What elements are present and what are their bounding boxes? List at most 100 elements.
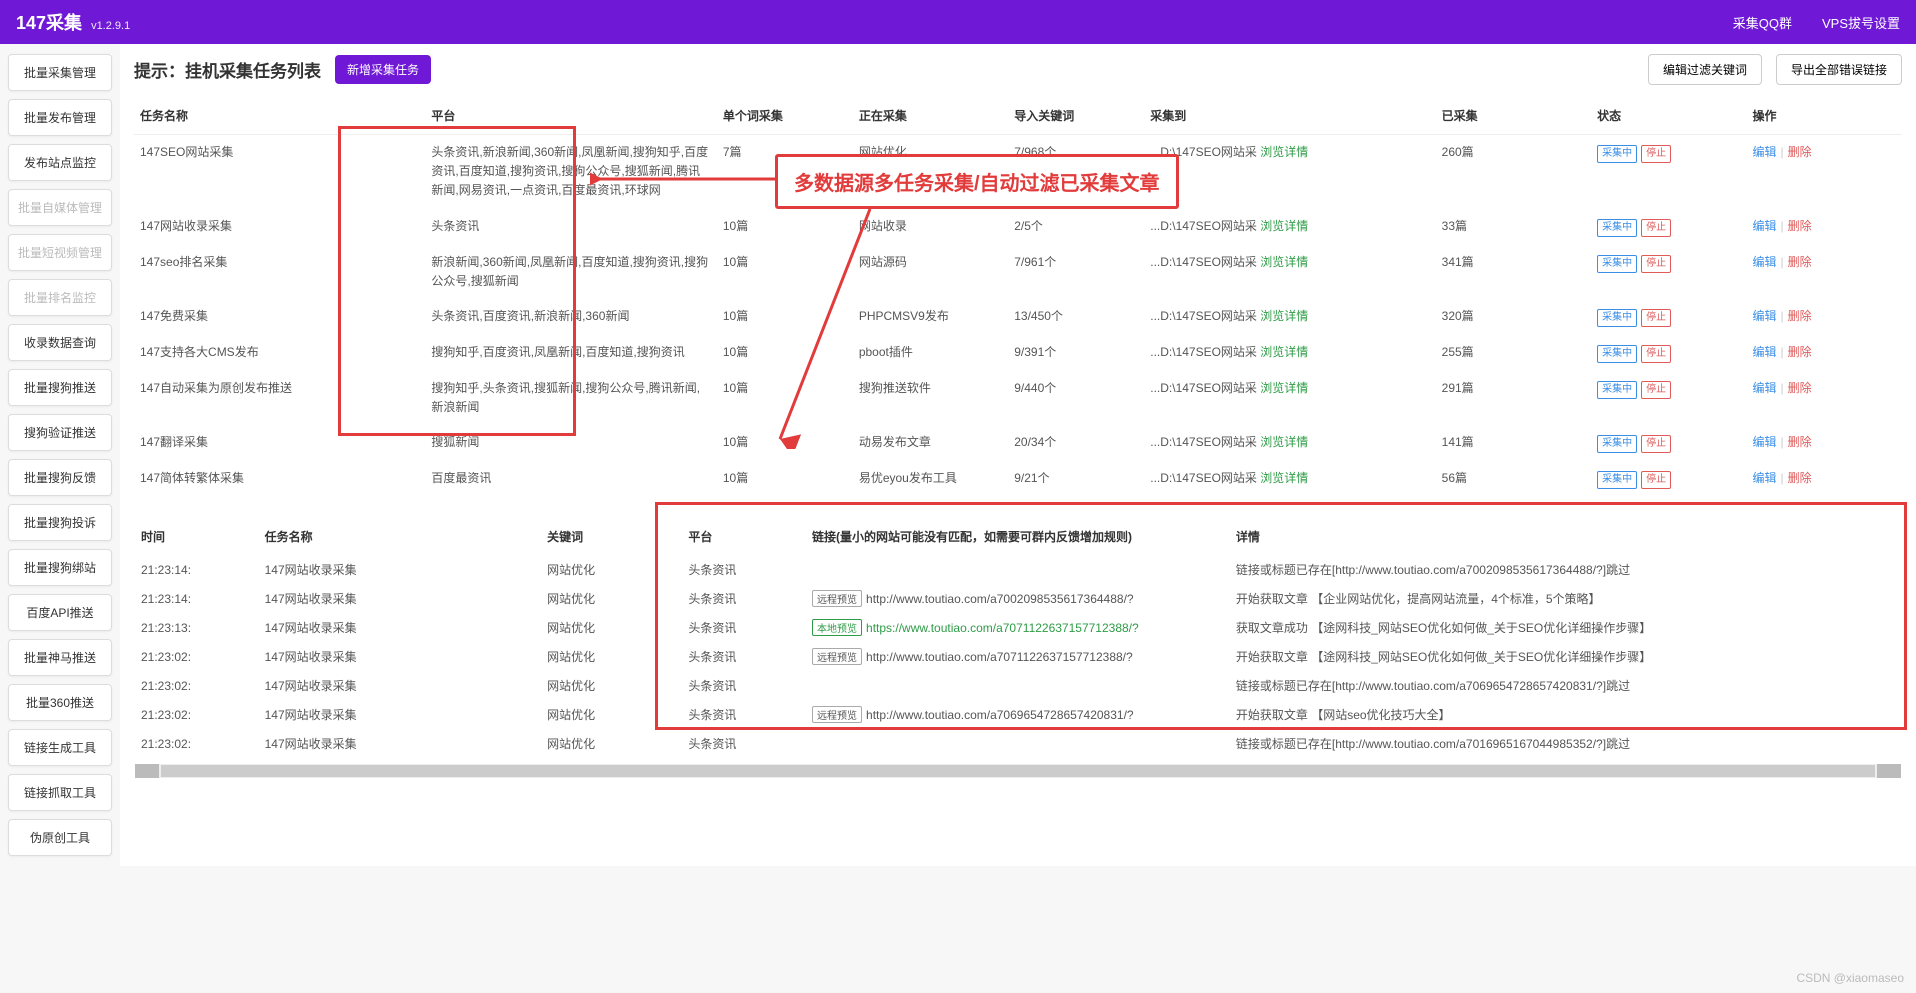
delete-button[interactable]: 删除: [1788, 219, 1812, 233]
sidebar-item-15[interactable]: 链接生成工具: [8, 729, 112, 766]
view-detail-link[interactable]: 浏览详情: [1260, 219, 1308, 233]
stop-button[interactable]: 停止: [1641, 255, 1671, 273]
log-link: 本地预览 https://www.toutiao.com/a70711226371…: [806, 613, 1230, 642]
cell-single: 10篇: [717, 371, 853, 425]
edit-button[interactable]: 编辑: [1753, 381, 1777, 395]
view-detail-link[interactable]: 浏览详情: [1260, 435, 1308, 449]
logs-table: 时间 任务名称 关键词 平台 链接(量小的网站可能没有匹配，如需要可群内反馈增加…: [135, 518, 1901, 758]
link-vps-settings[interactable]: VPS拔号设置: [1822, 13, 1900, 32]
cell-collected: 341篇: [1436, 245, 1591, 299]
cell-name: 147简体转繁体采集: [134, 461, 425, 497]
export-errors-button[interactable]: 导出全部错误链接: [1776, 54, 1902, 85]
cell-single: 10篇: [717, 209, 853, 245]
log-link: 远程预览 http://www.toutiao.com/a706965472865…: [806, 700, 1230, 729]
stop-button[interactable]: 停止: [1641, 219, 1671, 237]
cell-single: 10篇: [717, 335, 853, 371]
preview-button[interactable]: 远程预览: [812, 648, 862, 665]
view-detail-link[interactable]: 浏览详情: [1260, 145, 1308, 159]
edit-button[interactable]: 编辑: [1753, 345, 1777, 359]
delete-button[interactable]: 删除: [1788, 145, 1812, 159]
status-badge: 采集中: [1597, 309, 1637, 327]
delete-button[interactable]: 删除: [1788, 345, 1812, 359]
delete-button[interactable]: 删除: [1788, 255, 1812, 269]
view-detail-link[interactable]: 浏览详情: [1260, 471, 1308, 485]
view-detail-link[interactable]: 浏览详情: [1260, 381, 1308, 395]
task-row: 147简体转繁体采集百度最资讯10篇易优eyou发布工具9/21个...D:\1…: [134, 461, 1902, 497]
log-keyword: 网站优化: [541, 729, 682, 758]
sidebar-item-3[interactable]: 批量自媒体管理: [8, 189, 112, 226]
sidebar-item-4[interactable]: 批量短视频管理: [8, 234, 112, 271]
log-time: 21:23:02:: [135, 642, 259, 671]
log-detail: 开始获取文章 【途网科技_网站SEO优化如何做_关于SEO优化详细操作步骤】: [1230, 642, 1901, 671]
cell-dest: ...D:\147SEO网站采 浏览详情: [1144, 209, 1435, 245]
sidebar-item-16[interactable]: 链接抓取工具: [8, 774, 112, 811]
cell-name: 147网站收录采集: [134, 209, 425, 245]
log-url[interactable]: http://www.toutiao.com/a7002098535617364…: [866, 592, 1134, 606]
edit-button[interactable]: 编辑: [1753, 471, 1777, 485]
sidebar-item-8[interactable]: 搜狗验证推送: [8, 414, 112, 451]
log-url[interactable]: http://www.toutiao.com/a7069654728657420…: [866, 708, 1134, 722]
delete-button[interactable]: 删除: [1788, 309, 1812, 323]
edit-button[interactable]: 编辑: [1753, 435, 1777, 449]
stop-button[interactable]: 停止: [1641, 435, 1671, 453]
cell-name: 147翻译采集: [134, 425, 425, 461]
link-qq-group[interactable]: 采集QQ群: [1733, 13, 1792, 32]
preview-button[interactable]: 远程预览: [812, 590, 862, 607]
cell-collected: 260篇: [1436, 135, 1591, 209]
log-task: 147网站收录采集: [259, 700, 542, 729]
col-task-name: 任务名称: [134, 97, 425, 135]
stop-button[interactable]: 停止: [1641, 145, 1671, 163]
cell-action: 编辑|删除: [1747, 135, 1903, 209]
cell-action: 编辑|删除: [1747, 299, 1903, 335]
sidebar-item-17[interactable]: 伪原创工具: [8, 819, 112, 856]
sidebar-item-11[interactable]: 批量搜狗绑站: [8, 549, 112, 586]
cell-status: 采集中停止: [1591, 335, 1746, 371]
cell-platform: 新浪新闻,360新闻,凤凰新闻,百度知道,搜狗资讯,搜狗公众号,搜狐新闻: [425, 245, 716, 299]
cell-status: 采集中停止: [1591, 461, 1746, 497]
delete-button[interactable]: 删除: [1788, 435, 1812, 449]
sidebar-item-10[interactable]: 批量搜狗投诉: [8, 504, 112, 541]
cell-status: 采集中停止: [1591, 425, 1746, 461]
preview-button[interactable]: 本地预览: [812, 619, 862, 636]
col-single: 单个词采集: [717, 97, 853, 135]
edit-button[interactable]: 编辑: [1753, 255, 1777, 269]
log-url[interactable]: http://www.toutiao.com/a7071122637157712…: [866, 650, 1133, 664]
new-task-button[interactable]: 新增采集任务: [335, 55, 431, 84]
sidebar-item-14[interactable]: 批量360推送: [8, 684, 112, 721]
col-action: 操作: [1747, 97, 1903, 135]
stop-button[interactable]: 停止: [1641, 309, 1671, 327]
stop-button[interactable]: 停止: [1641, 345, 1671, 363]
sidebar-item-9[interactable]: 批量搜狗反馈: [8, 459, 112, 496]
sidebar-item-12[interactable]: 百度API推送: [8, 594, 112, 631]
sidebar-item-2[interactable]: 发布站点监控: [8, 144, 112, 181]
log-url[interactable]: https://www.toutiao.com/a707112263715771…: [866, 621, 1139, 635]
log-platform: 头条资讯: [682, 613, 806, 642]
delete-button[interactable]: 删除: [1788, 381, 1812, 395]
stop-button[interactable]: 停止: [1641, 381, 1671, 399]
log-link: [806, 671, 1230, 700]
cell-dest: ...D:\147SEO网站采 浏览详情: [1144, 335, 1435, 371]
sidebar-item-6[interactable]: 收录数据查询: [8, 324, 112, 361]
delete-button[interactable]: 删除: [1788, 471, 1812, 485]
sidebar-item-7[interactable]: 批量搜狗推送: [8, 369, 112, 406]
sidebar-item-5[interactable]: 批量排名监控: [8, 279, 112, 316]
log-platform: 头条资讯: [682, 671, 806, 700]
edit-filter-button[interactable]: 编辑过滤关键词: [1648, 54, 1762, 85]
cell-status: 采集中停止: [1591, 245, 1746, 299]
task-row: 147翻译采集搜狐新闻10篇动易发布文章20/34个...D:\147SEO网站…: [134, 425, 1902, 461]
stop-button[interactable]: 停止: [1641, 471, 1671, 489]
watermark: CSDN @xiaomaseo: [1796, 971, 1904, 985]
preview-button[interactable]: 远程预览: [812, 706, 862, 723]
edit-button[interactable]: 编辑: [1753, 145, 1777, 159]
sidebar-item-13[interactable]: 批量神马推送: [8, 639, 112, 676]
edit-button[interactable]: 编辑: [1753, 309, 1777, 323]
log-detail: 开始获取文章 【网站seo优化技巧大全】: [1230, 700, 1901, 729]
sidebar-item-1[interactable]: 批量发布管理: [8, 99, 112, 136]
sidebar-item-0[interactable]: 批量采集管理: [8, 54, 112, 91]
view-detail-link[interactable]: 浏览详情: [1260, 309, 1308, 323]
view-detail-link[interactable]: 浏览详情: [1260, 255, 1308, 269]
page-header: 提示：挂机采集任务列表 新增采集任务 编辑过滤关键词 导出全部错误链接: [134, 54, 1902, 85]
view-detail-link[interactable]: 浏览详情: [1260, 345, 1308, 359]
horizontal-scrollbar[interactable]: [135, 764, 1901, 778]
edit-button[interactable]: 编辑: [1753, 219, 1777, 233]
